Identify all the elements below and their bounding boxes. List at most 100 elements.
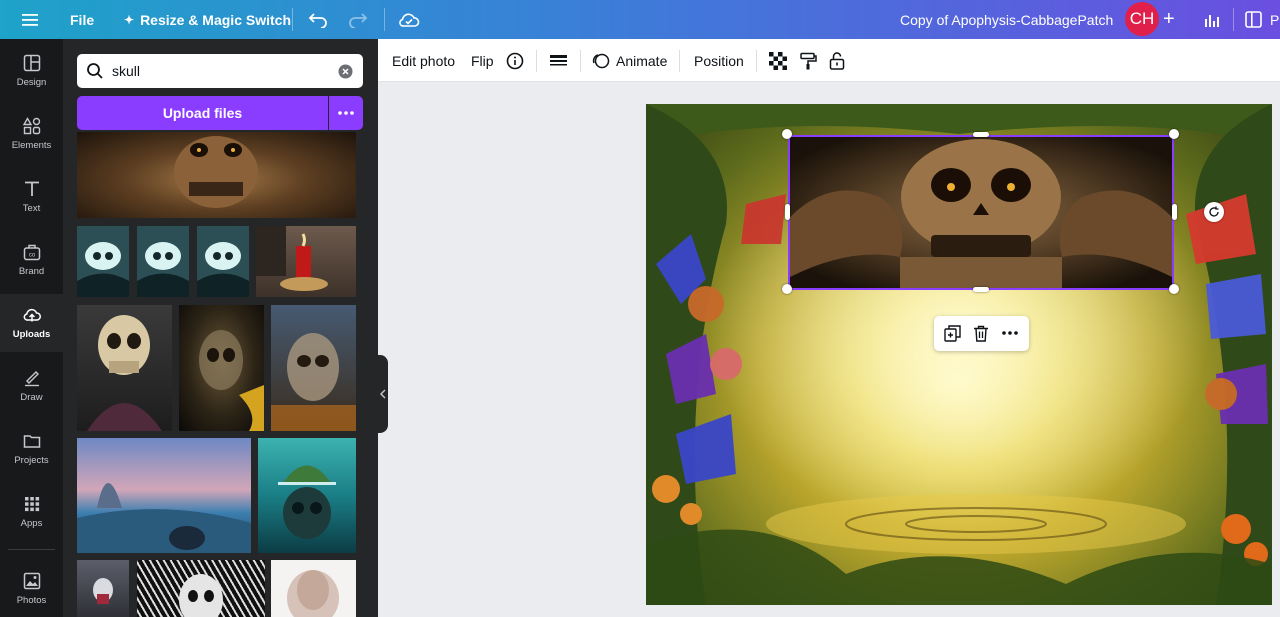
upload-thumbnail[interactable] xyxy=(77,438,251,553)
divider xyxy=(756,50,757,72)
search-input[interactable]: skull xyxy=(77,54,363,88)
present-label: P xyxy=(1270,11,1280,28)
top-bar: File ✦ Resize & Magic Switch Copy of Apo… xyxy=(0,0,1280,39)
rail-item-design[interactable]: Design xyxy=(0,42,63,100)
animate-icon xyxy=(592,53,610,68)
upload-thumbnail[interactable] xyxy=(258,438,356,553)
present-button[interactable]: P xyxy=(1245,0,1279,39)
present-icon xyxy=(1245,11,1262,28)
sparkle-icon: ✦ xyxy=(124,12,135,27)
upload-thumbnail[interactable] xyxy=(77,226,129,297)
cloud-saved-icon[interactable] xyxy=(398,0,420,39)
rail-item-elements[interactable]: Elements xyxy=(0,105,63,163)
element-quick-actions xyxy=(934,316,1029,351)
document-title[interactable]: Copy of Apophysis-CabbagePatch xyxy=(900,0,1113,39)
add-collaborator-icon[interactable]: + xyxy=(1163,0,1175,39)
apps-grid-icon xyxy=(24,497,39,512)
search-value: skull xyxy=(112,63,141,79)
rail-item-brand[interactable]: co Brand xyxy=(0,231,63,289)
divider xyxy=(292,8,293,31)
more-horizontal-icon xyxy=(338,111,354,115)
upload-thumbnail[interactable] xyxy=(179,305,264,431)
chevron-left-icon xyxy=(380,389,386,399)
transparency-icon[interactable] xyxy=(769,39,787,82)
rail-label: Design xyxy=(16,77,47,88)
rail-label: Draw xyxy=(20,392,43,403)
text-icon xyxy=(24,181,39,196)
upload-thumbnail[interactable] xyxy=(197,226,249,297)
hamburger-icon[interactable] xyxy=(22,0,38,39)
clear-search-icon[interactable] xyxy=(338,64,353,79)
divider xyxy=(580,50,581,72)
position-button[interactable]: Position xyxy=(694,39,744,82)
edit-photo-button[interactable]: Edit photo xyxy=(392,39,455,82)
collapse-panel-button[interactable] xyxy=(378,355,388,433)
resize-handle-top-left[interactable] xyxy=(782,129,792,139)
rail-item-text[interactable]: Text xyxy=(0,168,63,226)
more-options-icon[interactable] xyxy=(999,322,1021,344)
upload-thumbnail[interactable] xyxy=(137,560,265,617)
rail-label: Projects xyxy=(14,455,49,466)
draw-icon xyxy=(24,371,39,387)
svg-text:co: co xyxy=(28,253,35,259)
left-rail: Design Elements Text co Brand Uploads Dr… xyxy=(0,39,63,617)
resize-magic-switch-button[interactable]: ✦ Resize & Magic Switch xyxy=(124,0,291,39)
file-menu[interactable]: File xyxy=(70,0,94,39)
elements-icon xyxy=(22,117,40,135)
selected-skull-image[interactable] xyxy=(788,135,1174,290)
context-toolbar: Edit photo Flip Animate Position xyxy=(378,39,1280,82)
rail-item-uploads[interactable]: Uploads xyxy=(0,294,63,352)
rail-label: Text xyxy=(22,203,41,214)
folder-icon xyxy=(23,435,40,448)
resize-handle-right[interactable] xyxy=(1172,204,1177,220)
divider xyxy=(384,8,385,31)
divider xyxy=(536,50,537,72)
upload-thumbnail[interactable] xyxy=(77,305,172,431)
divider xyxy=(1233,8,1234,31)
lock-icon[interactable] xyxy=(829,39,845,82)
upload-thumbnail[interactable] xyxy=(256,226,356,297)
upload-thumbnail[interactable] xyxy=(271,560,356,617)
upload-thumbnail[interactable] xyxy=(77,132,356,218)
redo-icon[interactable] xyxy=(348,0,368,39)
border-style-icon[interactable] xyxy=(550,39,567,82)
delete-icon[interactable] xyxy=(970,322,992,344)
resize-handle-top[interactable] xyxy=(973,132,989,137)
resize-handle-left[interactable] xyxy=(785,204,790,220)
rail-item-apps[interactable]: Apps xyxy=(0,483,63,541)
undo-icon[interactable] xyxy=(308,0,328,39)
rail-label: Uploads xyxy=(12,329,51,340)
duplicate-icon[interactable] xyxy=(941,322,963,344)
rail-label: Photos xyxy=(16,595,47,606)
rail-item-draw[interactable]: Draw xyxy=(0,357,63,415)
uploads-panel: skull Upload files xyxy=(63,39,378,617)
design-icon xyxy=(23,54,40,72)
rail-label: Apps xyxy=(20,518,43,529)
divider xyxy=(8,549,55,550)
divider xyxy=(679,50,680,72)
upload-more-options-button[interactable] xyxy=(329,96,363,130)
copy-style-icon[interactable] xyxy=(799,39,817,82)
info-icon[interactable] xyxy=(506,39,524,82)
resize-label: Resize & Magic Switch xyxy=(140,11,291,28)
rotate-icon[interactable] xyxy=(1204,202,1224,222)
resize-handle-bottom[interactable] xyxy=(973,287,989,292)
resize-handle-top-right[interactable] xyxy=(1169,129,1179,139)
flip-button[interactable]: Flip xyxy=(471,39,494,82)
rail-item-photos[interactable]: Photos xyxy=(0,560,63,617)
upload-files-button[interactable]: Upload files xyxy=(77,96,328,130)
resize-handle-bottom-right[interactable] xyxy=(1169,284,1179,294)
animate-button[interactable]: Animate xyxy=(592,39,667,82)
brand-icon: co xyxy=(23,244,40,261)
rail-item-projects[interactable]: Projects xyxy=(0,420,63,478)
upload-thumbnail[interactable] xyxy=(77,560,129,617)
upload-thumbnail[interactable] xyxy=(271,305,356,431)
animate-label: Animate xyxy=(616,52,668,69)
avatar[interactable]: CH xyxy=(1125,2,1159,36)
search-icon xyxy=(87,63,103,79)
upload-thumbnail[interactable] xyxy=(137,226,189,297)
skull-image xyxy=(790,137,1172,288)
analytics-icon[interactable] xyxy=(1204,0,1220,39)
rail-label: Elements xyxy=(11,140,52,151)
resize-handle-bottom-left[interactable] xyxy=(782,284,792,294)
